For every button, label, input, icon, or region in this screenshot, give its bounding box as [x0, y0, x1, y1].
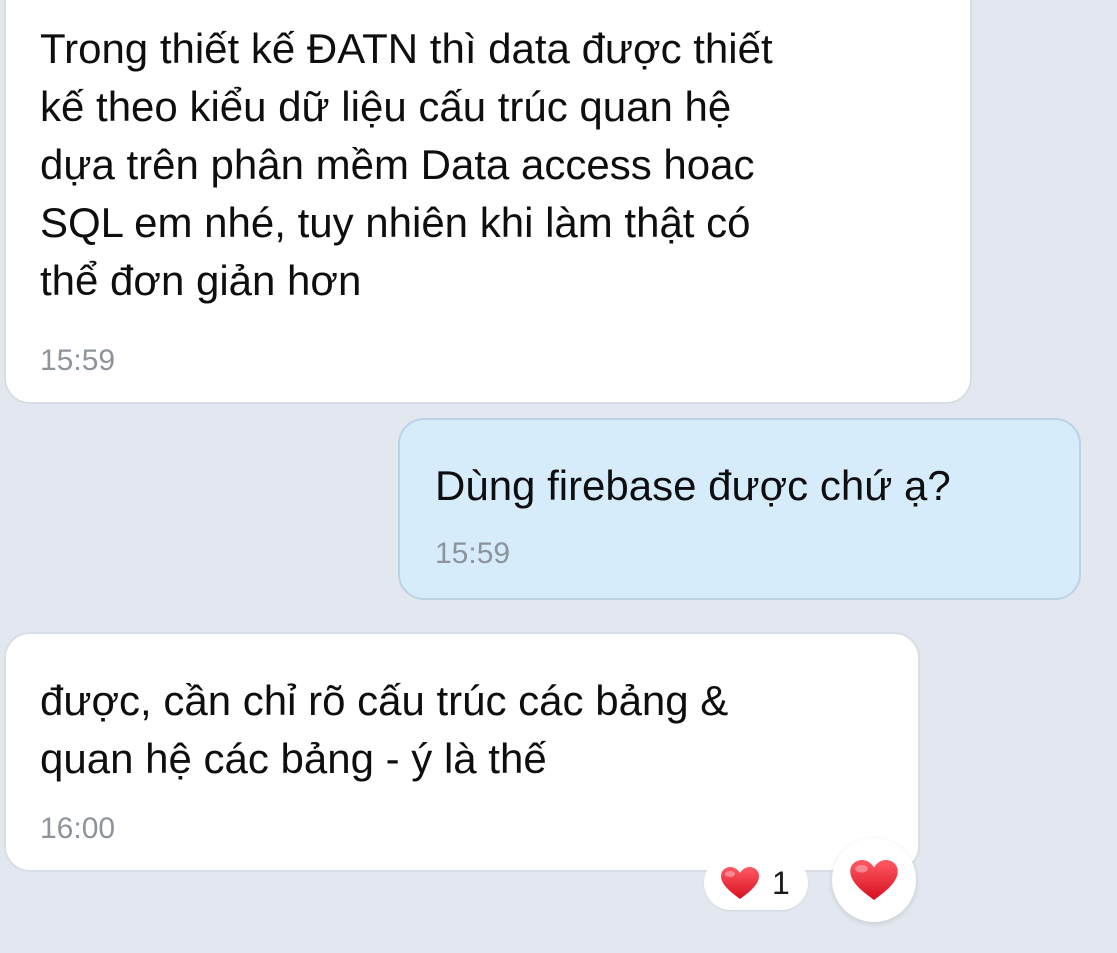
message-text: Trong thiết kế ĐATN thì data được thiết … [40, 25, 773, 304]
message-bubble-incoming[interactable]: Trong thiết kế ĐATN thì data được thiết … [4, 0, 972, 404]
add-reaction-button[interactable] [832, 838, 916, 922]
message-text: Dùng firebase được chứ ạ? [435, 462, 951, 509]
reaction-summary-chip[interactable]: 1 [704, 856, 808, 910]
message-timestamp: 15:59 [40, 344, 116, 377]
message-bubble-incoming[interactable]: được, cần chỉ rõ cấu trúc các bảng & qua… [4, 632, 920, 872]
message-text: được, cần chỉ rõ cấu trúc các bảng & qua… [40, 677, 729, 782]
message-timestamp: 15:59 [435, 537, 511, 570]
message-bubble-outgoing[interactable]: Dùng firebase được chứ ạ? 15:59 [398, 418, 1081, 600]
reaction-count: 1 [772, 865, 790, 901]
message-timestamp: 16:00 [40, 812, 116, 845]
heart-icon [721, 867, 759, 899]
heart-icon [850, 860, 898, 900]
